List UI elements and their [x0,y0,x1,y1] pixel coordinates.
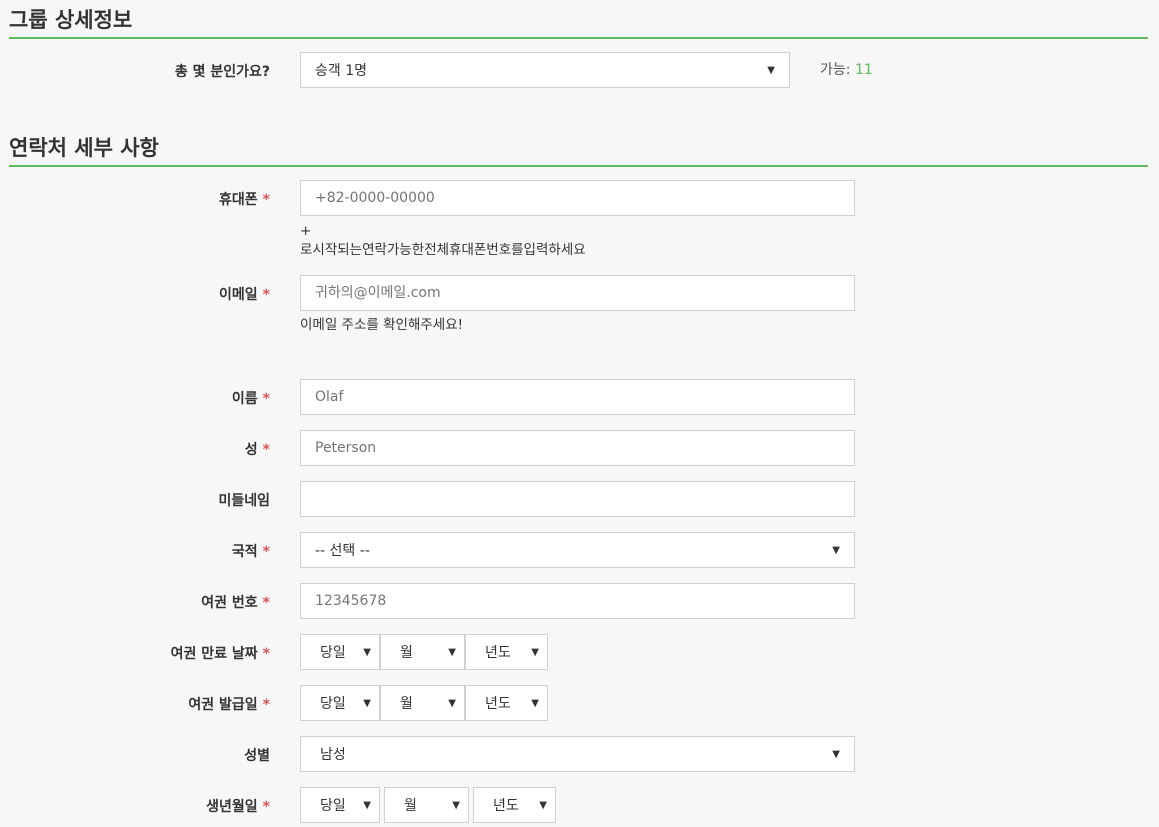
gender-value: 남성 [320,747,346,763]
caret-down-icon: ▼ [832,748,840,760]
gender-label: 성별 [244,745,270,765]
gender-label-text: 성별 [244,748,270,764]
month-select-value: 월 [404,798,417,814]
required-mark: * [262,646,270,662]
required-mark: * [262,595,270,611]
required-mark: * [262,391,270,407]
birthdate-day-select[interactable]: 당일 ▼ [300,787,380,823]
day-select-value: 당일 [320,798,346,814]
availability-indicator: 가능: 11 [820,59,873,79]
caret-down-icon: ▼ [539,799,547,811]
passenger-count-label-text: 총 몇 분인가요? [174,64,270,80]
passport-expiry-year-select[interactable]: 년도 ▼ [465,634,548,670]
required-mark: * [262,799,270,815]
passport-issue-year-select[interactable]: 년도 ▼ [465,685,548,721]
passport-number-label-text: 여권 번호 [201,595,258,611]
last-name-label-text: 성 [244,442,258,458]
year-select-value: 년도 [485,696,511,712]
gender-select[interactable]: 남성 ▼ [300,736,855,772]
first-name-label: 이름 * [232,388,270,408]
last-name-label: 성 * [245,439,270,459]
passport-issue-label: 여권 발급일 * [188,694,270,714]
contact-details-title: 연락처 세부 사항 [9,136,159,160]
group-details-title: 그룹 상세정보 [9,8,133,32]
passport-expiry-month-select[interactable]: 월 ▼ [380,634,465,670]
availability-label: 가능: [820,62,851,78]
nationality-label-text: 국적 [231,544,258,560]
group-details-divider [9,37,1148,39]
birthdate-label: 생년월일 * [206,796,270,816]
nationality-select[interactable]: -- 선택 -- ▼ [300,532,855,568]
passenger-count-value: 승객 1명 [315,63,367,79]
phone-help-line2: 로시작되는연락가능한전체휴대폰번호를입력하세요 [300,242,586,258]
nationality-label: 국적 * [232,541,270,561]
year-select-value: 년도 [485,645,511,661]
booking-form-page: 그룹 상세정보 총 몇 분인가요? 승객 1명 ▼ 가능: 11 연락처 세부 … [0,0,1159,827]
phone-input[interactable] [300,180,855,216]
contact-details-divider [9,165,1148,167]
middle-name-label: 미들네임 [218,490,270,510]
first-name-input[interactable] [300,379,855,415]
passenger-count-select[interactable]: 승객 1명 ▼ [300,52,790,88]
caret-down-icon: ▼ [531,646,539,658]
birthdate-label-text: 생년월일 [206,799,258,815]
required-mark: * [262,697,270,713]
caret-down-icon: ▼ [448,697,456,709]
caret-down-icon: ▼ [832,544,840,556]
birthdate-month-select[interactable]: 월 ▼ [384,787,469,823]
passport-issue-month-select[interactable]: 월 ▼ [380,685,465,721]
month-select-value: 월 [400,645,413,661]
required-mark: * [262,544,270,560]
email-label-text: 이메일 [219,287,258,303]
passport-expiry-label-text: 여권 만료 날짜 [170,646,258,662]
first-name-label-text: 이름 [231,391,258,407]
caret-down-icon: ▼ [448,646,456,658]
last-name-input[interactable] [300,430,855,466]
passenger-count-label: 총 몇 분인가요? [175,61,270,81]
day-select-value: 당일 [320,696,346,712]
phone-help-text: + 로시작되는연락가능한전체휴대폰번호를입력하세요 [300,222,586,260]
passport-issue-label-text: 여권 발급일 [188,697,258,713]
caret-down-icon: ▼ [363,697,371,709]
passport-issue-day-select[interactable]: 당일 ▼ [300,685,380,721]
day-select-value: 당일 [320,645,346,661]
caret-down-icon: ▼ [452,799,460,811]
phone-help-line1: + [300,223,312,239]
required-mark: * [262,287,270,303]
passport-number-label: 여권 번호 * [201,592,270,612]
passport-expiry-day-select[interactable]: 당일 ▼ [300,634,380,670]
month-select-value: 월 [400,696,413,712]
required-mark: * [262,442,270,458]
phone-label: 휴대폰 * [219,189,270,209]
birthdate-year-select[interactable]: 년도 ▼ [473,787,556,823]
nationality-value: -- 선택 -- [315,543,370,559]
email-label: 이메일 * [219,284,270,304]
middle-name-label-text: 미들네임 [218,493,270,509]
caret-down-icon: ▼ [767,64,775,76]
email-help-text: 이메일 주소를 확인해주세요! [300,317,464,333]
caret-down-icon: ▼ [363,799,371,811]
middle-name-input[interactable] [300,481,855,517]
availability-count: 11 [854,62,873,78]
phone-label-text: 휴대폰 [219,192,258,208]
passport-number-input[interactable] [300,583,855,619]
required-mark: * [262,192,270,208]
year-select-value: 년도 [493,798,519,814]
caret-down-icon: ▼ [363,646,371,658]
email-input[interactable] [300,275,855,311]
caret-down-icon: ▼ [531,697,539,709]
passport-expiry-label: 여권 만료 날짜 * [171,643,270,663]
